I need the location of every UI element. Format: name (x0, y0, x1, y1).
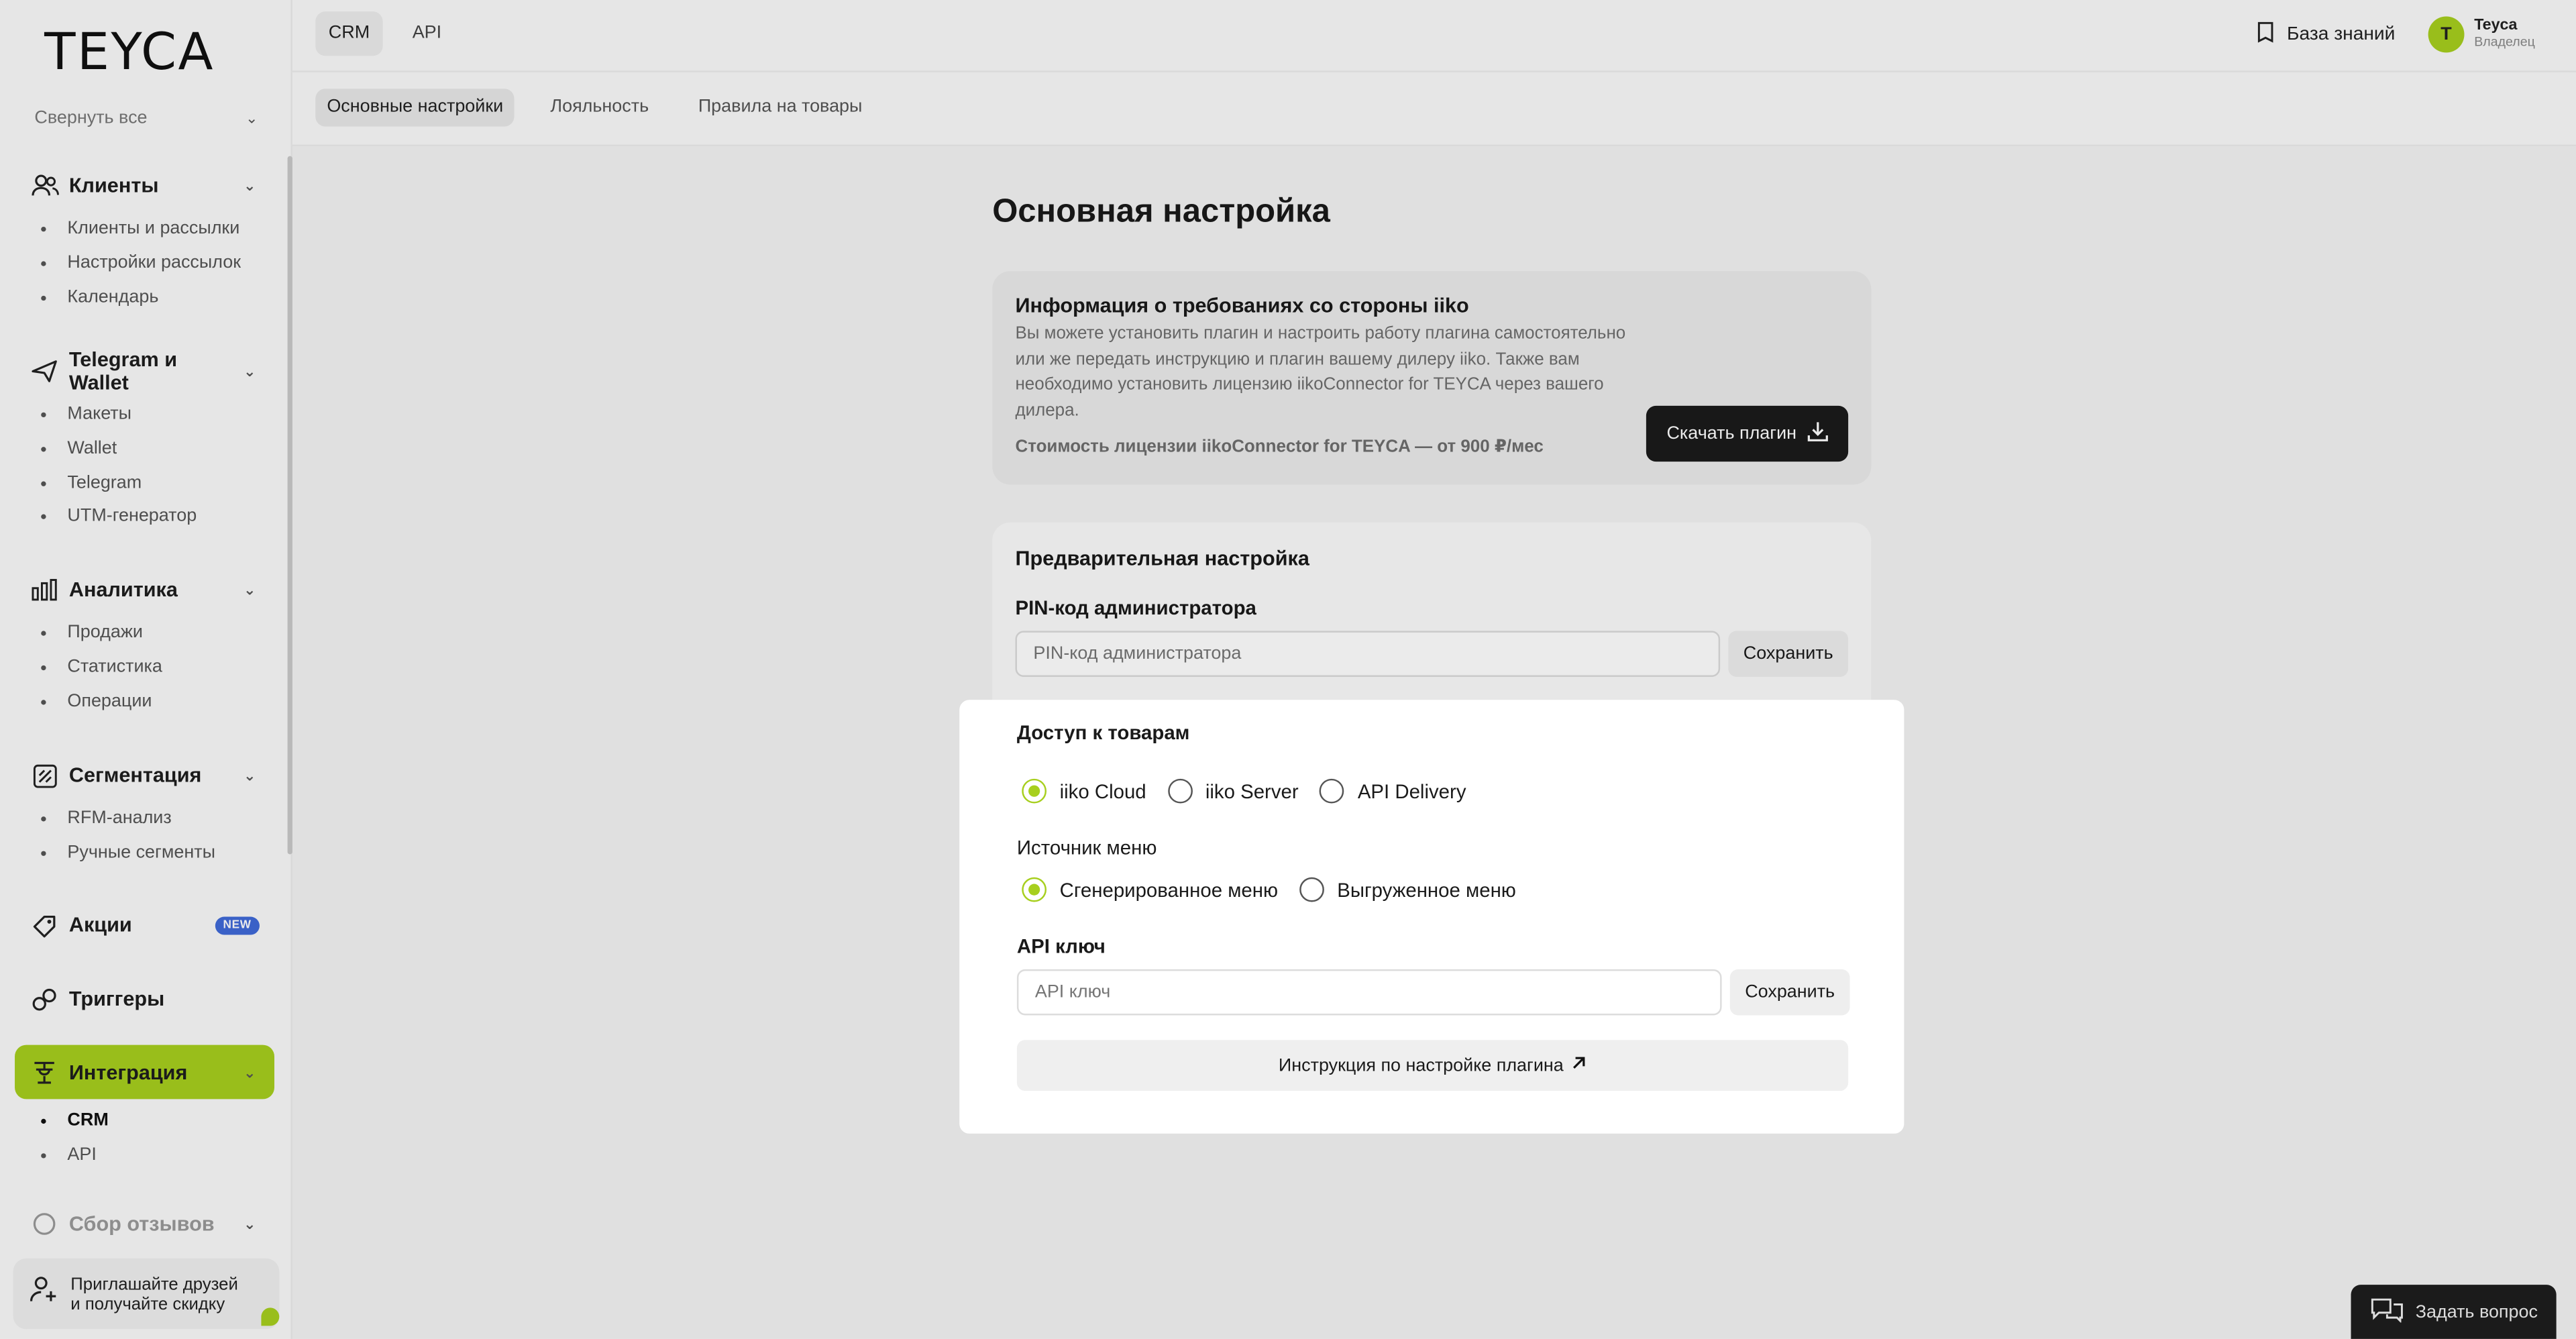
api-key-label: API ключ (1016, 934, 1106, 958)
radio-iiko-server[interactable]: iiko Server (1167, 778, 1299, 804)
radio-iiko-cloud-label: iiko Cloud (1059, 780, 1146, 803)
ask-question-button[interactable]: Задать вопрос (2351, 1285, 2557, 1339)
chat-bubbles-icon (2369, 1296, 2406, 1328)
radio-checked-icon (1022, 778, 1047, 804)
arrow-up-right-icon (1570, 1055, 1587, 1076)
radio-generated-menu[interactable]: Сгенерированное меню (1022, 877, 1278, 902)
radio-uploaded-menu[interactable]: Выгруженное меню (1299, 877, 1516, 902)
radio-iiko-cloud[interactable]: iiko Cloud (1022, 778, 1146, 804)
product-access-highlight: Доступ к товарам iiko Cloud iiko Server … (959, 700, 1904, 1134)
focus-overlay (0, 0, 2576, 1339)
radio-checked-icon (1022, 877, 1047, 902)
radio-iiko-server-label: iiko Server (1205, 780, 1299, 803)
product-access-radio-group: iiko Cloud iiko Server API Delivery (1022, 778, 1487, 804)
radio-api-delivery-label: API Delivery (1357, 780, 1466, 803)
radio-generated-menu-label: Сгенерированное меню (1059, 877, 1279, 902)
plugin-instruction-label: Инструкция по настройке плагина (1278, 1055, 1564, 1075)
radio-unchecked-icon (1299, 877, 1324, 902)
menu-source-radio-group: Сгенерированное меню Выгруженное меню (1022, 877, 1537, 902)
menu-source-title: Источник меню (1016, 836, 1157, 859)
ask-question-label: Задать вопрос (2415, 1301, 2538, 1322)
radio-uploaded-menu-label: Выгруженное меню (1337, 877, 1516, 902)
api-key-save-button[interactable]: Сохранить (1729, 969, 1850, 1016)
radio-api-delivery[interactable]: API Delivery (1320, 778, 1466, 804)
product-access-title: Доступ к товарам (1016, 721, 1190, 745)
app-root: TEYCA Свернуть все ⌄ Клиенты ⌄ Клиенты и… (0, 0, 2576, 1339)
api-key-input[interactable] (1016, 969, 1722, 1016)
radio-unchecked-icon (1320, 778, 1345, 804)
radio-unchecked-icon (1167, 778, 1193, 804)
plugin-instruction-button[interactable]: Инструкция по настройке плагина (1016, 1040, 1849, 1091)
